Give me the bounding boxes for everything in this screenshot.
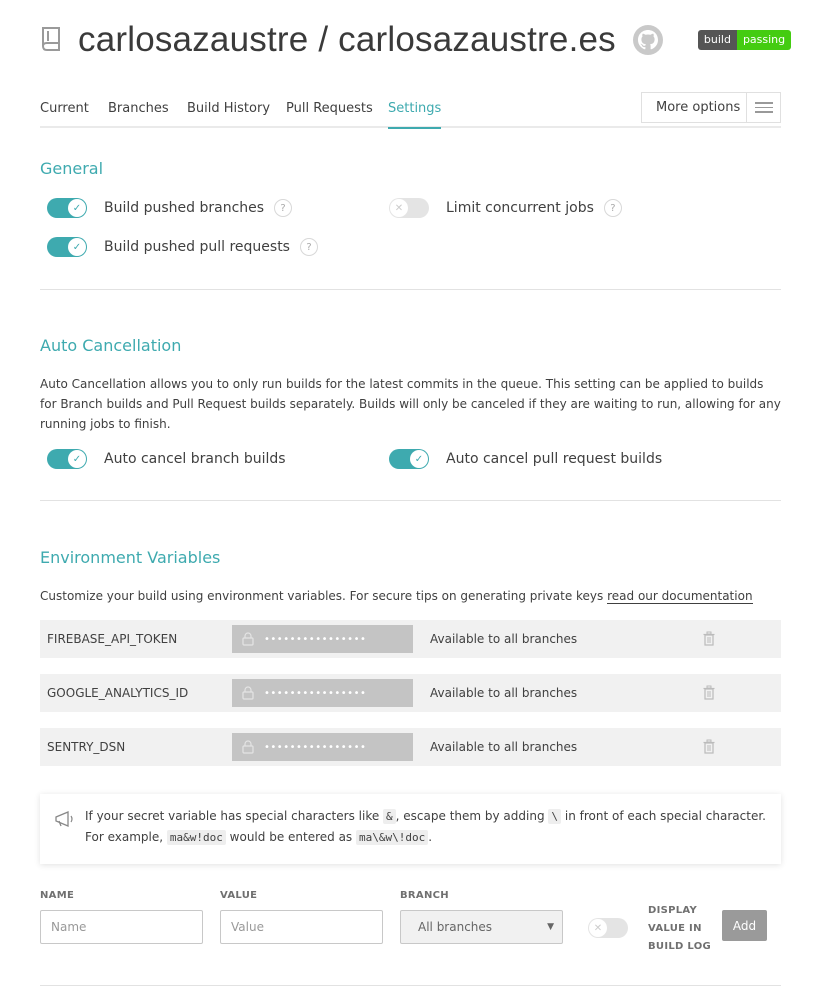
env-branch: Available to all branches [430,632,578,646]
env-branch: Available to all branches [430,740,578,754]
tab-current[interactable]: Current [40,101,89,116]
env-value: •••••••••••••••• [232,733,413,761]
auto-cancel-branch-toggle[interactable]: ✓ [47,449,87,469]
build-pushed-branches-toggle[interactable]: ✓ [47,198,87,218]
limit-concurrent-jobs-toggle[interactable]: ✕ [389,198,429,218]
env-row: SENTRY_DSN •••••••••••••••• Available to… [40,728,781,766]
env-vars-description: Customize your build using environment v… [40,586,781,606]
trash-icon[interactable] [702,739,716,755]
documentation-link[interactable]: read our documentation [607,589,753,604]
more-options-button[interactable]: More options [641,92,781,123]
badge-label: build [697,30,737,50]
tab-build-history[interactable]: Build History [187,101,270,116]
repo-tabs: Current Branches Build History Pull Requ… [40,92,781,129]
tip-text-part: . [428,830,433,844]
build-pushed-pull-requests-toggle[interactable]: ✓ [47,237,87,257]
value-input[interactable]: Value [220,910,383,944]
branch-selected: All branches [418,920,493,934]
toggle-row-build-pushed-pull-requests: ✓ Build pushed pull requests ? [40,237,318,257]
check-icon: ✓ [68,199,86,217]
tab-pull-requests[interactable]: Pull Requests [286,101,373,116]
env-description-text: Customize your build using environment v… [40,589,604,603]
hamburger-icon [746,93,780,122]
name-input[interactable]: Name [40,910,203,944]
toggle-row-limit-concurrent-jobs: ✕ Limit concurrent jobs ? [382,198,622,218]
general-title: General [40,159,104,178]
toggle-label: Build pushed pull requests [104,239,290,255]
masked-value: •••••••••••••••• [264,687,367,699]
check-icon: ✓ [410,450,428,468]
lock-icon [242,632,254,646]
chevron-down-icon: ▼ [547,922,554,932]
build-status-badge[interactable]: build passing [697,30,792,50]
env-name: FIREBASE_API_TOKEN [47,632,178,646]
env-value: •••••••••••••••• [232,625,413,653]
repo-title[interactable]: carlosazaustre / carlosazaustre.es [78,20,616,60]
x-icon: ✕ [589,919,607,937]
repo-header: carlosazaustre / carlosazaustre.es build… [40,16,792,64]
megaphone-icon [55,811,73,827]
env-name: SENTRY_DSN [47,740,126,754]
trash-icon[interactable] [702,631,716,647]
env-vars-title: Environment Variables [40,548,221,567]
name-label: NAME [40,890,75,901]
help-icon[interactable]: ? [274,199,293,217]
tip-text-part: , escape them by adding [395,809,545,823]
code-snippet: & [383,809,396,824]
badge-status: passing [736,30,792,50]
toggle-row-build-pushed-branches: ✓ Build pushed branches ? [40,198,293,218]
toggle-label: Limit concurrent jobs [446,200,594,216]
env-value: •••••••••••••••• [232,679,413,707]
env-branch: Available to all branches [430,686,578,700]
lock-icon [242,740,254,754]
masked-value: •••••••••••••••• [264,741,367,753]
branch-label: BRANCH [400,890,449,901]
env-row: FIREBASE_API_TOKEN •••••••••••••••• Avai… [40,620,781,658]
auto-cancellation-description: Auto Cancellation allows you to only run… [40,377,781,431]
display-label-line: BUILD LOG [648,941,712,952]
check-icon: ✓ [68,238,86,256]
tip-text-part: If your secret variable has special char… [85,809,380,823]
code-snippet: ma\&w\!doc [356,830,429,845]
special-characters-tip: If your secret variable has special char… [40,794,781,864]
masked-value: •••••••••••••••• [264,633,367,645]
trash-icon[interactable] [702,685,716,701]
toggle-row-auto-cancel-branch: ✓ Auto cancel branch builds [40,449,286,469]
tip-text-part: would be entered as [229,830,353,844]
repo-icon [42,27,60,51]
display-value-toggle[interactable]: ✕ [588,918,628,938]
auto-cancellation-title: Auto Cancellation [40,336,182,355]
add-variable-button[interactable]: Add [722,910,767,941]
toggle-label: Build pushed branches [104,200,265,216]
toggle-label: Auto cancel pull request builds [446,451,663,467]
github-icon[interactable] [632,24,664,56]
env-name: GOOGLE_ANALYTICS_ID [47,686,189,700]
auto-cancel-pr-toggle[interactable]: ✓ [389,449,429,469]
divider [40,289,781,290]
divider [40,500,781,501]
tab-branches[interactable]: Branches [108,101,169,116]
code-snippet: ma&w!doc [166,830,226,845]
display-label-line: DISPLAY [648,905,698,916]
lock-icon [242,686,254,700]
display-label-line: VALUE IN [648,923,702,934]
x-icon: ✕ [390,199,408,217]
display-value-label: DISPLAY VALUE IN BUILD LOG [648,902,711,956]
tab-settings[interactable]: Settings [388,101,442,129]
env-row: GOOGLE_ANALYTICS_ID •••••••••••••••• Ava… [40,674,781,712]
value-label: VALUE [220,890,258,901]
tip-text: If your secret variable has special char… [85,806,771,848]
divider [40,985,781,986]
toggle-label: Auto cancel branch builds [104,451,286,467]
toggle-row-auto-cancel-pr: ✓ Auto cancel pull request builds [382,449,662,469]
help-icon[interactable]: ? [603,199,622,217]
check-icon: ✓ [68,450,86,468]
help-icon[interactable]: ? [299,238,318,256]
branch-select[interactable]: All branches ▼ [400,910,563,944]
code-snippet: \ [548,809,562,824]
more-options-label: More options [656,100,741,115]
